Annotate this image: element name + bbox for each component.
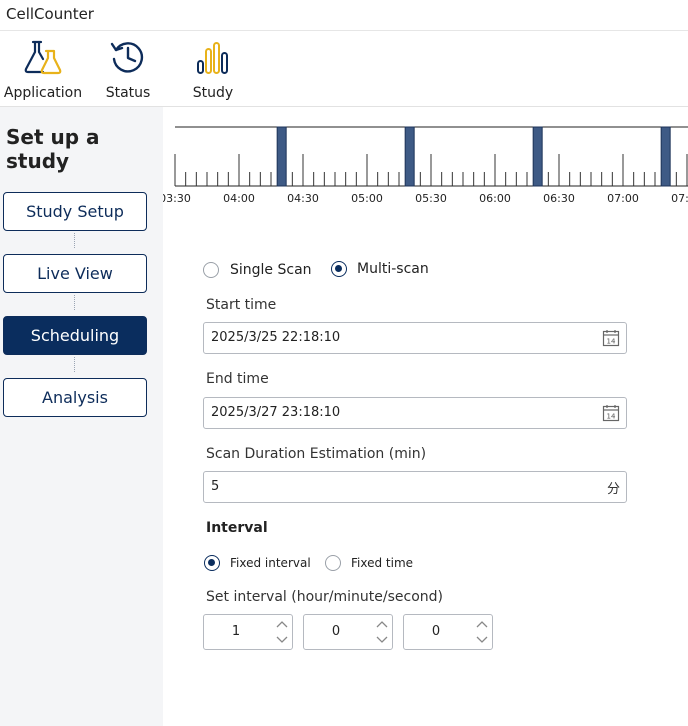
scan-marker — [404, 126, 415, 187]
duration-value: 5 — [211, 479, 220, 494]
set-interval-label: Set interval (hour/minute/second) — [206, 589, 443, 605]
single-scan-radio[interactable] — [203, 262, 219, 278]
scan-marker — [276, 126, 287, 187]
single-scan-label[interactable]: Single Scan — [230, 262, 312, 278]
interval-second-spinner[interactable]: 0 — [403, 614, 493, 650]
app-title: CellCounter — [6, 5, 94, 23]
interval-minute-spinner[interactable]: 0 — [303, 614, 393, 650]
history-clock-icon — [110, 42, 144, 73]
duration-label: Scan Duration Estimation (min) — [206, 446, 427, 462]
status-label: Status — [105, 85, 151, 101]
duration-unit: 分 — [606, 482, 620, 497]
flask-icon — [24, 40, 62, 75]
timeline-tick-label: 07:30 — [671, 192, 688, 205]
step-connector — [74, 295, 75, 310]
study-sidebar: Set up a study Study Setup Live View Sch… — [0, 107, 163, 726]
interval-hour-value: 1 — [231, 624, 241, 639]
main-toolbar: Application Status Study — [0, 31, 688, 107]
timeline-tick-label: 07:00 — [607, 192, 639, 205]
timeline-chart: 03:30 04:00 04:30 05:00 05:30 06:00 06:30 07:00… — [163, 126, 688, 205]
step-scheduling[interactable]: Scheduling — [3, 316, 147, 355]
start-time-label: Start time — [206, 297, 277, 313]
end-time-value: 2025/3/27 23:18:10 — [211, 405, 341, 420]
interval-second-value: 0 — [431, 624, 441, 639]
timeline-tick-label: 03:30 — [163, 192, 191, 205]
step-live-view[interactable]: Live View — [3, 254, 147, 293]
end-time-field[interactable]: 2025/3/27 23:18:10 14 — [203, 397, 627, 429]
stepper-arrows-icon[interactable] — [474, 616, 490, 648]
interval-minute-value: 0 — [331, 624, 341, 639]
start-time-field[interactable]: 2025/3/25 22:18:10 14 — [203, 322, 627, 354]
calendar-icon[interactable]: 14 — [602, 404, 620, 422]
multi-scan-radio[interactable] — [331, 261, 347, 277]
study-button[interactable]: Study — [168, 37, 258, 101]
step-study-setup[interactable]: Study Setup — [3, 192, 147, 231]
stepper-arrows-icon[interactable] — [274, 616, 290, 648]
fixed-time-radio[interactable] — [325, 555, 341, 571]
scan-marker — [532, 126, 543, 187]
calendar-day: 14 — [607, 413, 616, 421]
timeline-tick-label: 04:30 — [287, 192, 319, 205]
schedule-timeline[interactable]: 03:30 04:00 04:30 05:00 05:30 06:00 06:30 07:00… — [163, 107, 688, 217]
multi-scan-label[interactable]: Multi-scan — [357, 261, 429, 277]
timeline-tick-label: 04:00 — [223, 192, 255, 205]
timeline-tick-label: 05:30 — [415, 192, 447, 205]
status-button[interactable]: Status — [83, 37, 173, 101]
stepper-arrows-icon[interactable] — [374, 616, 390, 648]
end-time-label: End time — [206, 371, 269, 387]
start-time-value: 2025/3/25 22:18:10 — [211, 330, 341, 345]
study-label: Study — [192, 85, 234, 101]
scheduling-form: Single Scan Multi-scan Start time 2025/3… — [163, 217, 688, 726]
interval-heading: Interval — [206, 520, 268, 536]
title-bar: CellCounter — [0, 0, 688, 31]
bar-chart-icon — [197, 42, 228, 74]
calendar-icon[interactable]: 14 — [602, 329, 620, 347]
step-connector — [74, 233, 75, 248]
fixed-interval-radio[interactable] — [204, 555, 220, 571]
timeline-tick-label: 05:00 — [351, 192, 383, 205]
duration-field[interactable]: 5 分 — [203, 471, 627, 503]
fixed-interval-label[interactable]: Fixed interval — [230, 556, 311, 570]
timeline-tick-label: 06:00 — [479, 192, 511, 205]
fixed-time-label[interactable]: Fixed time — [351, 556, 413, 570]
application-label: Application — [3, 85, 83, 101]
step-analysis[interactable]: Analysis — [3, 378, 147, 417]
application-button[interactable]: Application — [0, 37, 88, 101]
timeline-tick-label: 06:30 — [543, 192, 575, 205]
interval-hour-spinner[interactable]: 1 — [203, 614, 293, 650]
calendar-day: 14 — [607, 338, 616, 346]
step-connector — [74, 357, 75, 372]
scan-marker — [660, 126, 671, 187]
page-title: Set up a study — [6, 125, 100, 173]
